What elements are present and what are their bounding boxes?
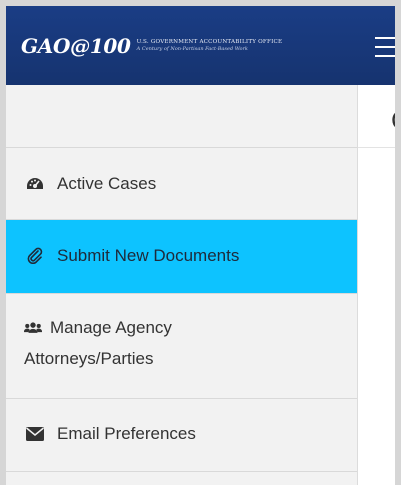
- logo-tagline: A Century of Non-Partisan Fact-Based Wor…: [136, 46, 248, 52]
- users-icon: [24, 312, 42, 343]
- sidebar-item-active-cases[interactable]: Active Cases: [6, 148, 357, 220]
- sidebar-item-label: Active Cases: [57, 174, 157, 193]
- app-window: GAO@100 U.S. GOVERNMENT ACCOUNTABILITY O…: [0, 0, 401, 485]
- logo-subtext: U.S. GOVERNMENT ACCOUNTABILITY OFFICE A …: [137, 39, 283, 53]
- sidebar-item-label: Submit New Documents: [57, 246, 240, 265]
- gao-logo[interactable]: GAO@100 U.S. GOVERNMENT ACCOUNTABILITY O…: [21, 36, 282, 56]
- dashboard-icon: [26, 168, 44, 199]
- sidebar-nav: Active Cases Submit New Documents Manage…: [6, 85, 358, 485]
- sidebar-item-label: Manage Agency Attorneys/Parties: [24, 318, 172, 368]
- sidebar-item-email-preferences[interactable]: Email Preferences: [6, 399, 357, 472]
- main-content: C: [358, 85, 395, 485]
- page-title: C: [358, 85, 395, 148]
- envelope-icon: [26, 418, 44, 449]
- sidebar-item-manage-agency-attorneys[interactable]: Manage Agency Attorneys/Parties: [6, 294, 357, 399]
- sidebar-header: [6, 85, 357, 148]
- paperclip-icon: [26, 240, 44, 271]
- sidebar-item-submit-new-documents[interactable]: Submit New Documents: [6, 220, 357, 294]
- top-header: GAO@100 U.S. GOVERNMENT ACCOUNTABILITY O…: [6, 6, 395, 85]
- hamburger-icon[interactable]: [375, 37, 395, 59]
- sidebar-item-text-wrap: Manage Agency Attorneys/Parties: [24, 312, 224, 374]
- logo-wordmark: GAO@100: [21, 34, 131, 58]
- sidebar-item-label: Email Preferences: [57, 424, 196, 443]
- logo-org-name: U.S. GOVERNMENT ACCOUNTABILITY OFFICE: [136, 39, 283, 45]
